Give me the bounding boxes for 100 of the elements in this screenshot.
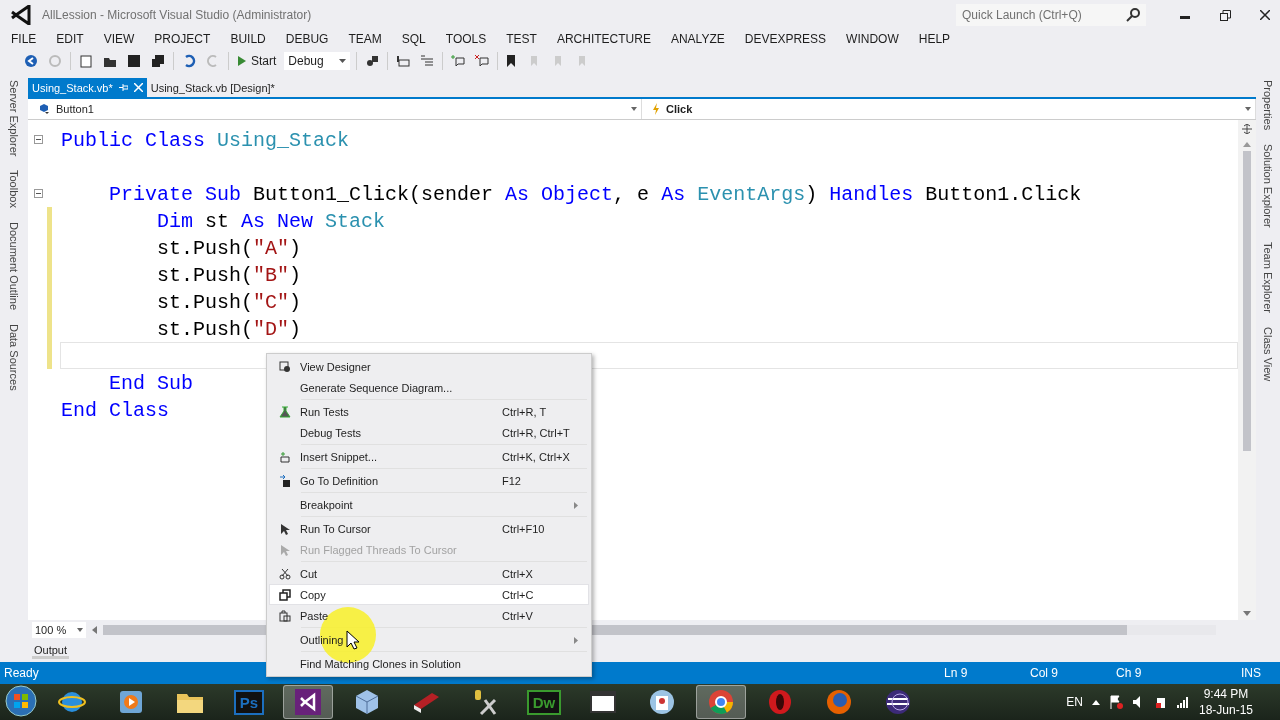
scroll-down-icon [1243,611,1251,616]
mouse-pointer-icon [346,630,360,650]
taskbar-app[interactable] [283,685,333,719]
method-dropdown[interactable]: Click [642,99,1256,119]
side-tab[interactable]: Team Explorer [1262,241,1274,313]
start-orb-icon [4,683,38,718]
firefox-icon [825,688,853,716]
menu-item[interactable]: Find Matching Clones in Solution [269,653,589,674]
menu-item[interactable]: DEVEXPRESS [737,30,834,48]
menu-item[interactable]: TEAM [341,30,389,48]
menu-item[interactable]: VIEW [96,30,142,48]
side-tab[interactable]: Solution Explorer [1262,144,1274,228]
menu-item[interactable]: Cut Ctrl+X [269,563,589,584]
menu-item[interactable]: WINDOW [839,30,906,48]
menu-item[interactable]: TEST [499,30,544,48]
scissors-icon [279,567,291,580]
tray-expand-icon [1091,699,1100,705]
app-icon: Dw [526,689,562,715]
menu-item[interactable]: Paste Ctrl+V [269,605,589,626]
output-tab[interactable]: Output [32,643,70,659]
signal-icon [1175,696,1190,708]
menu-item[interactable]: ANALYZE [663,30,732,48]
collapse-icon [34,134,43,144]
quick-launch-field[interactable]: Quick Launch (Ctrl+Q) [956,4,1146,26]
submenu-arrow-icon [574,501,578,509]
app-icon: Ps [233,689,265,715]
taskbar-app[interactable]: Ps [224,685,274,719]
cube-icon [354,688,380,716]
start-button[interactable] [4,683,38,720]
snippet-icon [279,450,291,463]
menu-item[interactable]: HELP [911,30,958,48]
taskbar-app[interactable] [696,685,746,719]
flask-icon [279,405,291,418]
menu-item[interactable]: SQL [394,30,433,48]
menu-item[interactable]: TOOLS [438,30,494,48]
visual-studio-icon [294,688,322,716]
menu-item[interactable]: View Designer [269,356,589,377]
media-player-icon [118,689,144,715]
side-tab[interactable]: Document Outline [8,222,20,311]
caret-icon [1245,107,1251,111]
side-tab[interactable]: Server Explorer [8,80,20,157]
restore-icon [1219,9,1231,21]
copy-icon [279,588,291,601]
code-line: End Class [60,398,171,423]
code-line: Dim st As New Stack [156,209,387,234]
close-icon [133,83,143,92]
menu-item[interactable]: Run Tests Ctrl+R, T [269,401,589,422]
visual-studio-logo-icon [10,5,32,25]
menu-item[interactable]: Run To Cursor Ctrl+F10 [269,518,589,539]
paste-icon [279,609,291,622]
save-all-icon [151,54,165,68]
clock: 9:44 PM 18-Jun-15 [1198,686,1253,718]
code-line: Private Sub Button1_Click(sender As Object, e As EventArgs) Handles Button1.Click [108,182,1083,207]
menu-item[interactable]: Generate Sequence Diagram... [269,377,589,398]
scrollbar-thumb[interactable] [1243,151,1251,451]
window-title: AllLession - Microsoft Visual Studio (Administrator) [42,8,313,22]
caret-icon [77,628,83,632]
menu-item[interactable]: PROJECT [147,30,218,48]
document-tab[interactable]: Using_Stack.vb* [28,78,147,97]
forward-icon [48,54,62,68]
language-indicator[interactable]: EN [1066,695,1083,709]
eclipse-icon [884,688,912,716]
side-tab[interactable]: Data Sources [8,324,20,392]
close-icon [1260,10,1270,20]
taskbar-app[interactable]: Dw [519,685,569,719]
character-number: Ch 9 [1116,666,1143,680]
menu-item[interactable]: BUILD [223,30,273,48]
caret-icon [339,59,347,63]
start-button[interactable]: Start [235,51,279,71]
menu-item[interactable]: ARCHITECTURE [549,30,658,48]
pointer-icon [280,543,290,556]
configuration-dropdown[interactable]: Debug [284,52,351,70]
menu-item[interactable]: Go To Definition F12 [269,470,589,491]
insert-mode: INS [1241,666,1261,680]
menu-item[interactable]: Breakpoint [269,494,589,515]
pin-icon [118,83,128,92]
uncomment-icon [475,54,490,68]
document-tab[interactable]: Using_Stack.vb [Design]* [146,78,279,97]
side-tab[interactable]: Toolbox [8,170,20,209]
code-line: st.Push("D") [156,317,303,342]
zoom-dropdown[interactable]: 100 % [32,622,86,638]
menu-item[interactable]: Insert Snippet... Ctrl+K, Ctrl+X [269,446,589,467]
bookmark-icon [506,54,517,68]
status-text: Ready [4,666,40,680]
menu-item[interactable]: Debug Tests Ctrl+R, Ctrl+T [269,422,589,443]
power-icon [1154,695,1167,709]
side-tab[interactable]: Class View [1262,326,1274,382]
scroll-up-icon [1243,142,1251,147]
menu-item[interactable]: DEBUG [278,30,336,48]
menu-item[interactable]: Copy Ctrl+C [269,584,589,605]
comment-icon [451,54,466,68]
menu-item[interactable]: FILE [4,30,44,48]
menu-item[interactable]: EDIT [49,30,91,48]
code-line: st.Push("A") [156,236,303,261]
definition-icon [279,474,291,487]
back-icon [24,54,38,68]
side-tab[interactable]: Properties [1262,80,1274,131]
class-dropdown[interactable]: Button1 [28,99,642,119]
window-icon [589,690,617,714]
contact-card-icon [648,688,676,716]
